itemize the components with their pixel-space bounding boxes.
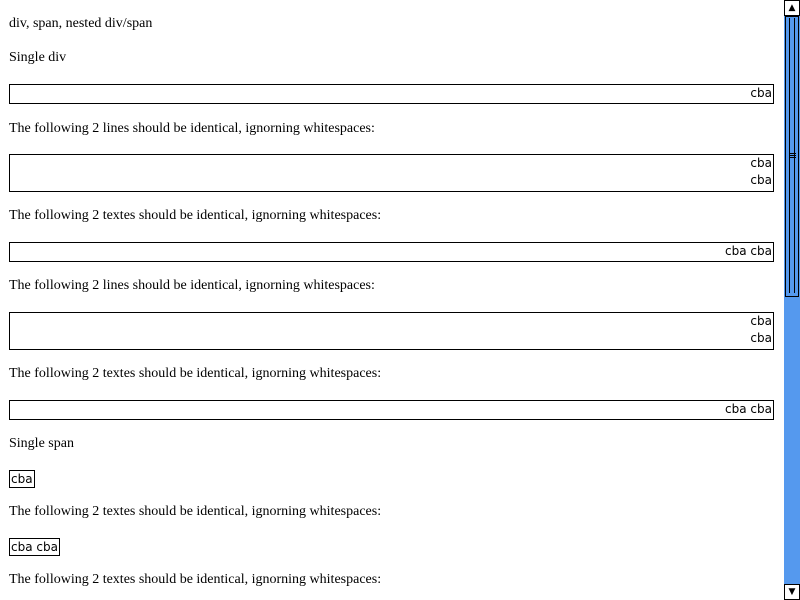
lines-box-1-line-2: cba [750, 173, 772, 187]
lines-box-2-line-2: cba [750, 331, 772, 345]
lines-box-1-line-1: cba [750, 156, 772, 170]
textes-box-2-text: cba cba [725, 402, 772, 416]
note-textes-4: The following 2 textes should be identic… [9, 572, 382, 587]
arrow-up-icon: ▲ [788, 2, 796, 13]
lines-box-2: cba cba [9, 312, 774, 350]
vertical-scrollbar[interactable]: ▲ ▼ [784, 0, 800, 600]
page-content: div, span, nested div/span Single div cb… [0, 0, 784, 600]
grip-line-icon [790, 155, 796, 156]
grip-line-icon [790, 157, 796, 158]
note-lines-2: The following 2 lines should be identica… [9, 278, 375, 293]
single-div-box: cba [9, 84, 774, 104]
single-span-label: Single span [9, 436, 74, 451]
single-span-box: cba [9, 470, 35, 488]
textes-box-2: cba cba [9, 400, 774, 420]
arrow-down-icon: ▼ [788, 586, 796, 597]
span-textes-box: cba cba [9, 538, 60, 556]
lines-box-1: cba cba [9, 154, 774, 192]
note-textes-1: The following 2 textes should be identic… [9, 208, 382, 223]
note-textes-3: The following 2 textes should be identic… [9, 504, 382, 519]
scrollbar-thumb[interactable] [785, 16, 799, 297]
lines-box-2-line-1: cba [750, 314, 772, 328]
scroll-down-button[interactable]: ▼ [784, 584, 800, 600]
note-textes-2: The following 2 textes should be identic… [9, 366, 382, 381]
single-div-label: Single div [9, 50, 67, 65]
single-div-text: cba [750, 86, 772, 100]
textes-box-1-text: cba cba [725, 244, 772, 258]
scroll-up-button[interactable]: ▲ [784, 0, 800, 16]
note-lines-1: The following 2 lines should be identica… [9, 121, 375, 136]
textes-box-1: cba cba [9, 242, 774, 262]
grip-line-icon [790, 153, 796, 154]
page-heading: div, span, nested div/span [9, 16, 153, 31]
